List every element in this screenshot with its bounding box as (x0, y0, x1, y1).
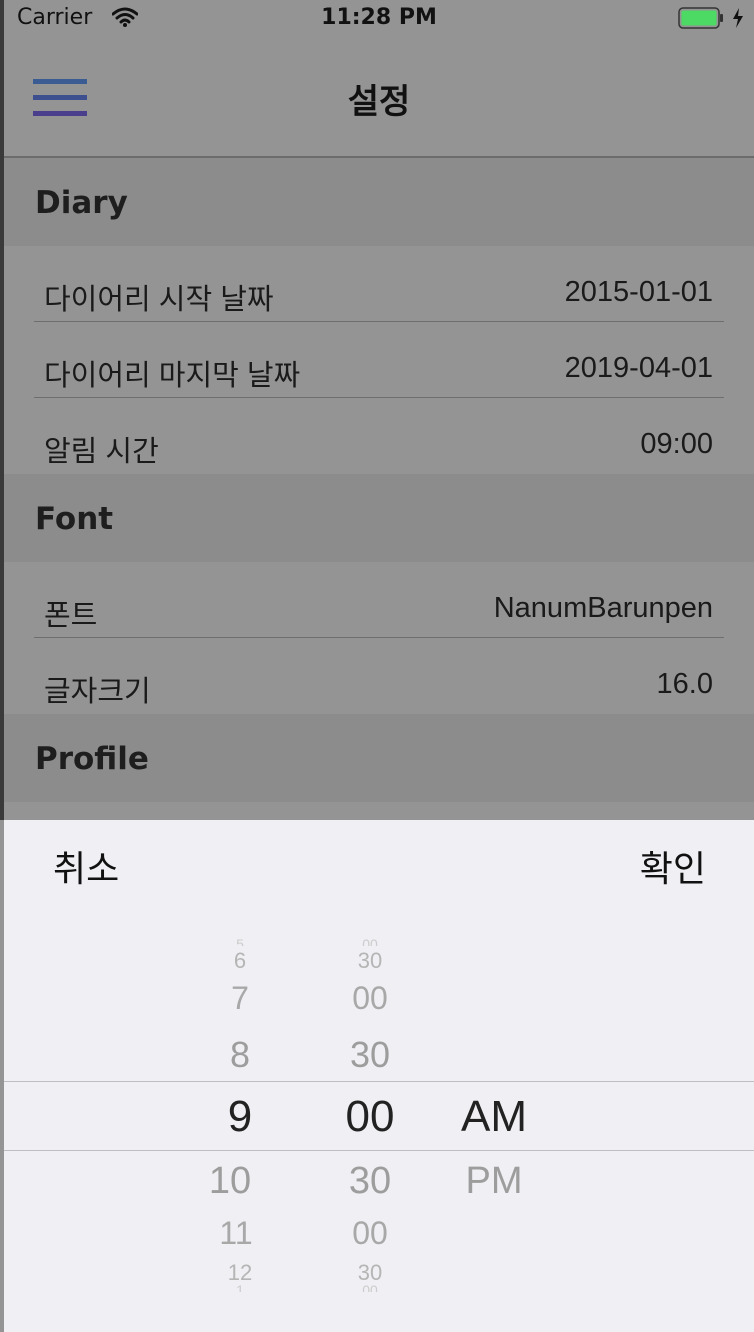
picker-item: 30 (357, 948, 383, 973)
picker-item: 00 (352, 980, 388, 1016)
picker-item: 30 (349, 1034, 391, 1075)
page-title: 설정 (347, 82, 411, 122)
picker-item: 6 (233, 948, 247, 973)
picker-item: 30 (348, 1160, 392, 1202)
row-label: 다이어리 마지막 날짜 (44, 360, 301, 392)
picker-item: 00 (362, 1282, 378, 1292)
row-value: 2015-01-01 (564, 276, 713, 308)
picker-item: 8 (229, 1034, 251, 1075)
status-time: 11:28 PM (321, 5, 437, 30)
confirm-button[interactable]: 확인 (640, 840, 706, 892)
section-header-font: Font (4, 474, 754, 562)
row-value: 2019-04-01 (564, 352, 713, 384)
section-header-profile: Profile (4, 714, 754, 802)
picker-item: PM (465, 1160, 523, 1202)
charging-bolt-icon (733, 8, 743, 28)
row-value: 16.0 (656, 668, 713, 700)
settings-row-alarm-time[interactable]: 알림 시간 09:00 (4, 398, 754, 474)
picker-item-selected-minute: 00 (345, 1092, 395, 1141)
cancel-button[interactable]: 취소 (53, 840, 119, 892)
picker-item: 1 (236, 1282, 244, 1292)
section-title: Font (35, 501, 114, 537)
settings-row-font[interactable]: 폰트 NanumBarunpen (4, 562, 754, 638)
picker-item: 5 (236, 936, 244, 946)
row-label: 글자크기 (44, 676, 151, 708)
row-label: 폰트 (44, 600, 98, 632)
picker-item: 7 (231, 980, 249, 1016)
row-value: 09:00 (640, 428, 713, 460)
settings-row-diary-start-date[interactable]: 다이어리 시작 날짜 2015-01-01 (4, 246, 754, 322)
settings-row-font-size[interactable]: 글자크기 16.0 (4, 638, 754, 714)
row-value: NanumBarunpen (493, 592, 713, 624)
status-bar: Carrier 11:28 PM (4, 0, 754, 38)
section-title: Profile (35, 741, 149, 777)
picker-item: 11 (219, 1215, 253, 1251)
section-header-diary: Diary (4, 158, 754, 246)
picker-item: 10 (208, 1160, 252, 1202)
row-label: 다이어리 시작 날짜 (44, 284, 274, 316)
section-title: Diary (35, 185, 128, 221)
picker-item-selected-ampm: AM (461, 1092, 527, 1141)
battery-icon (678, 7, 723, 29)
picker-item: 00 (352, 1215, 388, 1251)
row-label: 알림 시간 (44, 436, 159, 468)
navigation-bar: 설정 (4, 38, 754, 158)
time-picker-sheet: 취소 확인 5 6 7 8 9 10 11 12 1 00 30 00 30 0… (4, 820, 754, 1332)
settings-row-diary-end-date[interactable]: 다이어리 마지막 날짜 2019-04-01 (4, 322, 754, 398)
picker-item: 00 (362, 936, 378, 946)
picker-item-selected-hour: 9 (227, 1092, 253, 1141)
